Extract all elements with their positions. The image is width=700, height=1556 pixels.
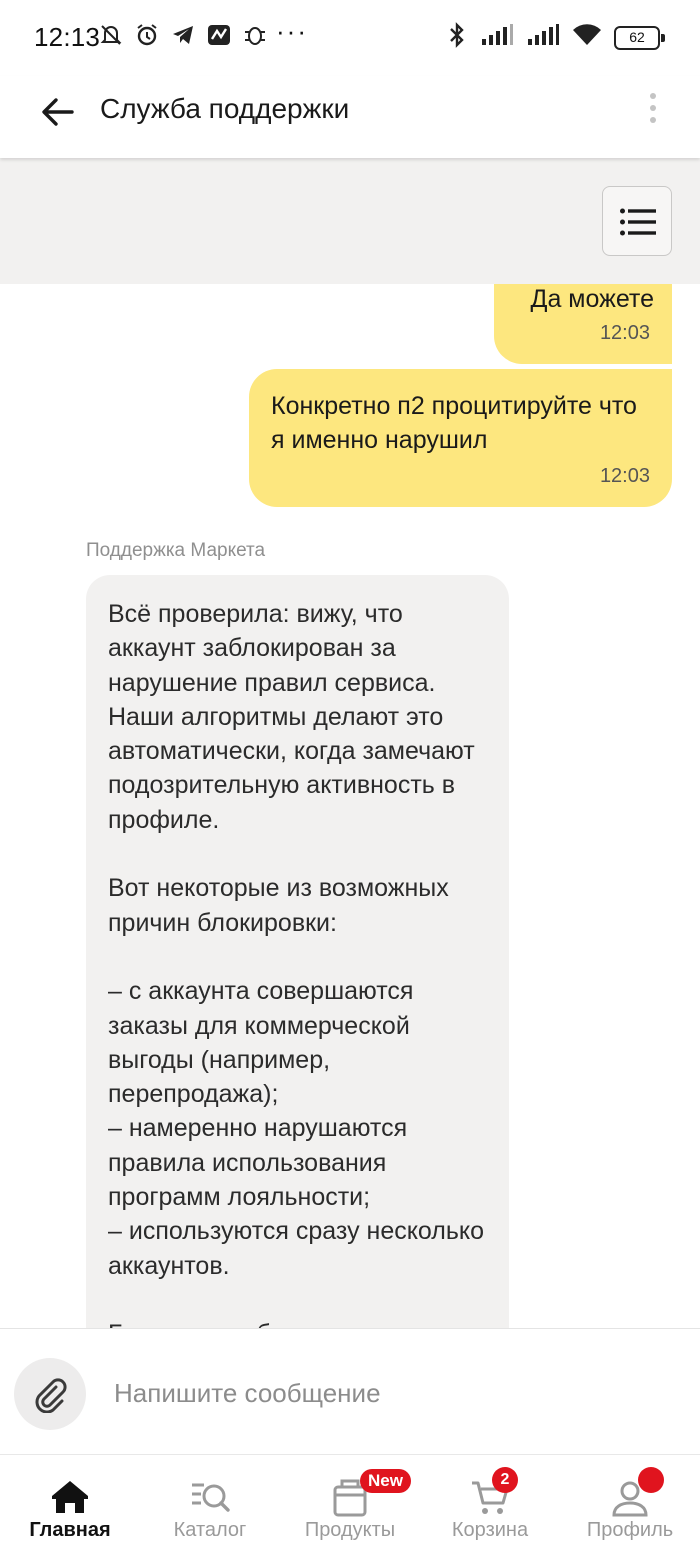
message-input[interactable]	[114, 1373, 674, 1413]
message-paragraph: Всё проверила: вижу, что аккаунт заблоки…	[108, 600, 475, 834]
message-composer	[0, 1328, 700, 1454]
status-system-icons: 62	[446, 22, 665, 53]
nav-item-catalog[interactable]: Каталог	[140, 1455, 280, 1556]
wifi-icon	[572, 23, 602, 52]
alarm-icon	[134, 22, 160, 48]
profile-notification-dot	[638, 1467, 664, 1493]
sender-name: Поддержка Маркета	[86, 540, 266, 561]
more-vertical-icon	[650, 93, 656, 123]
chat-menu-button[interactable]	[602, 186, 672, 256]
telegram-icon	[170, 22, 196, 48]
message-paragraph: Вот некоторые из возможных причин блокир…	[108, 874, 449, 937]
bottom-navigation: Главная Каталог New Продукты 2 Корзина П…	[0, 1454, 700, 1556]
chat-toolbar	[0, 158, 700, 284]
app-notification-icon	[206, 22, 232, 48]
list-icon	[620, 208, 656, 236]
message-time: 12:03	[599, 322, 650, 344]
bug-icon	[242, 22, 268, 48]
nav-label: Главная	[29, 1519, 111, 1541]
outgoing-message: Да можете 12:03	[494, 284, 672, 364]
incoming-message: Всё проверила: вижу, что аккаунт заблоки…	[86, 575, 509, 1328]
attach-button[interactable]	[14, 1358, 86, 1430]
message-time: 12:03	[599, 465, 650, 487]
message-text: Конкретно п2 процитируйте что я именно н…	[271, 392, 637, 454]
home-icon	[48, 1475, 92, 1519]
back-button[interactable]	[36, 90, 80, 134]
page-title: Служба поддержки	[100, 93, 350, 124]
nav-label: Профиль	[586, 1519, 674, 1541]
message-paragraph: – с аккаунта совершаются заказы для комм…	[108, 977, 485, 1280]
signal-strength-icon	[480, 24, 514, 51]
more-menu-button[interactable]	[646, 92, 660, 124]
nav-label: Продукты	[304, 1519, 396, 1541]
battery-icon: 62	[614, 25, 665, 50]
nav-item-products[interactable]: New Продукты	[280, 1455, 420, 1556]
mute-bell-icon	[98, 22, 124, 48]
paperclip-icon	[35, 1378, 67, 1413]
arrow-left-icon	[42, 98, 74, 126]
outgoing-message: Конкретно п2 процитируйте что я именно н…	[249, 369, 672, 507]
messages-list[interactable]: Да можете 12:03 Конкретно п2 процитируйт…	[0, 284, 700, 1328]
message-text: Да можете	[530, 285, 654, 313]
cart-count-badge: 2	[492, 1467, 518, 1493]
status-notification-icons	[98, 22, 268, 48]
new-badge: New	[360, 1469, 411, 1493]
status-bar: 12:13 ··· 62	[0, 0, 700, 76]
catalog-search-icon	[188, 1475, 232, 1519]
bluetooth-icon	[446, 22, 468, 53]
message-paragraph: Более подробно пишем в	[108, 1317, 489, 1328]
status-time: 12:13	[34, 22, 101, 52]
nav-item-profile[interactable]: Профиль	[560, 1455, 700, 1556]
signal-strength-icon-2	[526, 24, 560, 51]
nav-label: Корзина	[451, 1519, 529, 1541]
nav-label: Каталог	[173, 1519, 247, 1541]
nav-item-cart[interactable]: 2 Корзина	[420, 1455, 560, 1556]
nav-item-home[interactable]: Главная	[0, 1455, 140, 1556]
more-notifications-indicator: ···	[276, 16, 308, 46]
app-header: Служба поддержки	[0, 76, 700, 158]
